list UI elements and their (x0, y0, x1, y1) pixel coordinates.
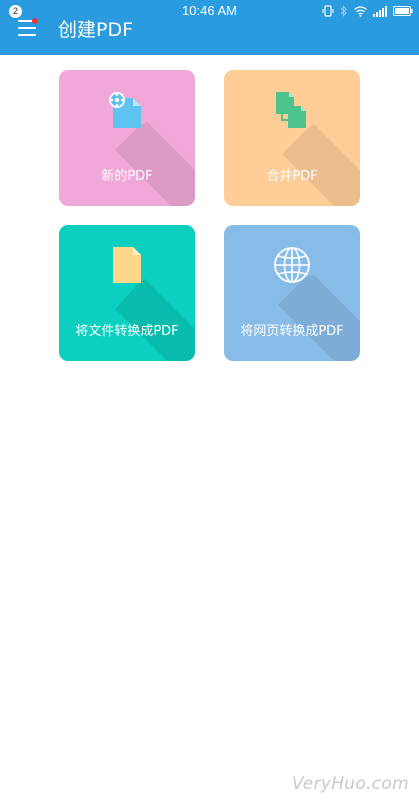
file-document-icon (113, 247, 141, 283)
watermark: VeryHuo.com (291, 774, 409, 794)
card-label: 将网页转换成PDF (240, 324, 344, 339)
app-root: 2 10:46 AM 创建PDF 新的PDF 合并PDF 将文件转换成PDF 将… (0, 0, 419, 800)
signal-icon (373, 5, 387, 17)
globe-icon (274, 247, 310, 283)
menu-notification-dot (32, 18, 38, 24)
status-icons (322, 4, 413, 18)
menu-icon-line (18, 27, 36, 29)
merge-pdf-card[interactable]: 合并PDF (224, 70, 360, 206)
card-label: 合并PDF (266, 169, 318, 184)
page-title: 创建PDF (58, 19, 134, 41)
convert-file-card[interactable]: 将文件转换成PDF (59, 225, 195, 361)
card-label: 新的PDF (101, 169, 153, 184)
new-pdf-card[interactable]: 新的PDF (59, 70, 195, 206)
menu-icon-line (18, 34, 36, 36)
wifi-icon (354, 5, 367, 17)
new-document-gear-icon (109, 92, 141, 128)
merge-documents-icon (276, 92, 306, 128)
app-bar: 2 10:46 AM 创建PDF (0, 0, 419, 55)
card-label: 将文件转换成PDF (75, 324, 179, 339)
convert-webpage-card[interactable]: 将网页转换成PDF (224, 225, 360, 361)
vibrate-icon (322, 5, 334, 17)
bluetooth-icon (340, 5, 347, 17)
battery-icon (393, 6, 413, 16)
